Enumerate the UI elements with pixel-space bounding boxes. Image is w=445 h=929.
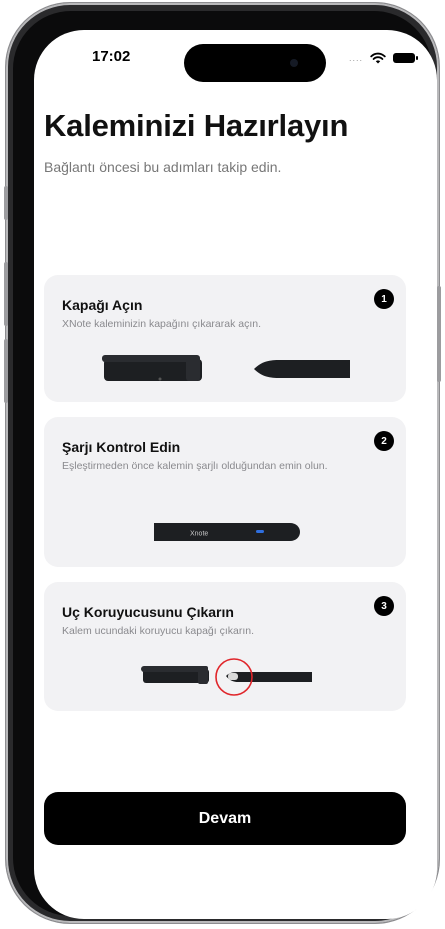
step-title: Kapağı Açın bbox=[62, 297, 143, 313]
step-card-1: Kapağı Açın XNote kaleminizin kapağını ç… bbox=[44, 275, 406, 402]
page-subtitle: Bağlantı öncesi bu adımları takip edin. bbox=[44, 159, 282, 175]
step-card-3: Uç Koruyucusunu Çıkarın Kalem ucundaki k… bbox=[44, 582, 406, 711]
power-button bbox=[437, 286, 441, 382]
camera-dot bbox=[290, 59, 298, 67]
pen-tip-protector-illustration bbox=[141, 658, 312, 696]
step-number-badge: 3 bbox=[374, 596, 394, 616]
screen: 17:02 .... Kaleminizi Hazırlayın Bağlant… bbox=[34, 30, 437, 919]
step-title: Şarjı Kontrol Edin bbox=[62, 439, 181, 455]
volume-up-button bbox=[4, 262, 8, 326]
continue-button[interactable]: Devam bbox=[44, 792, 406, 845]
step-description: Kalem ucundaki koruyucu kapağı çıkarın. bbox=[62, 625, 255, 637]
volume-down-button bbox=[4, 339, 8, 403]
wifi-icon bbox=[370, 52, 386, 64]
step-description: XNote kaleminizin kapağını çıkararak açı… bbox=[62, 318, 262, 330]
signal-icon: .... bbox=[349, 53, 364, 63]
step-card-2: Şarjı Kontrol Edin Eşleştirmeden önce ka… bbox=[44, 417, 406, 567]
dynamic-island bbox=[184, 44, 326, 82]
pen-charge-illustration: Xnote bbox=[154, 523, 300, 541]
phone-bezel: 17:02 .... Kaleminizi Hazırlayın Bağlant… bbox=[13, 11, 437, 919]
step-number-badge: 1 bbox=[374, 289, 394, 309]
pen-cap-off-illustration bbox=[102, 355, 350, 381]
status-icons: .... bbox=[349, 52, 419, 64]
status-time: 17:02 bbox=[92, 48, 131, 65]
step-title: Uç Koruyucusunu Çıkarın bbox=[62, 604, 234, 620]
pen-brand-label: Xnote bbox=[190, 531, 208, 538]
battery-icon bbox=[393, 53, 419, 63]
action-button bbox=[4, 186, 8, 220]
step-number-badge: 2 bbox=[374, 431, 394, 451]
page-title: Kaleminizi Hazırlayın bbox=[44, 108, 349, 143]
step-description: Eşleştirmeden önce kalemin şarjlı olduğu… bbox=[62, 460, 328, 472]
